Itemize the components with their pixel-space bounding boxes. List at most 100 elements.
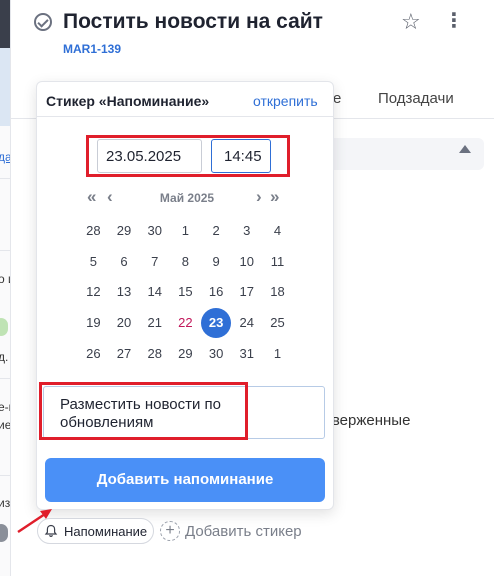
calendar-day-number: 22: [178, 315, 193, 331]
calendar-day[interactable]: 30: [201, 346, 232, 361]
calendar-day[interactable]: 1: [170, 223, 201, 238]
calendar-day[interactable]: 27: [109, 346, 140, 361]
calendar-day[interactable]: 11: [262, 254, 293, 269]
left-sidebar-fragment: да о и д. е-п ие из,: [0, 0, 11, 576]
calendar-day-number: 17: [239, 284, 255, 300]
calendar-day-number: 15: [178, 284, 193, 300]
tab-subtasks[interactable]: Подзадачи: [378, 90, 454, 107]
next-year-icon[interactable]: »: [270, 188, 279, 206]
calendar-day[interactable]: 6: [109, 254, 140, 269]
calendar-day-number: 11: [270, 253, 285, 269]
calendar-day-number: 7: [151, 253, 159, 269]
prev-month-icon[interactable]: ‹: [107, 188, 113, 206]
complete-check-icon[interactable]: [34, 13, 52, 31]
calendar-week-row: 26 27 28 29 30 31 1: [78, 338, 293, 369]
calendar-day-number: 3: [243, 222, 251, 238]
task-header: Постить новости на сайт MAR1-139 ☆ ⋮: [34, 10, 464, 70]
sidebar-fragment-4: е-п: [0, 400, 10, 414]
task-key-link[interactable]: MAR1-139: [63, 42, 121, 56]
calendar-day[interactable]: 14: [139, 284, 170, 299]
reminder-sticker-chip[interactable]: Напоминание: [37, 518, 154, 544]
calendar-day[interactable]: 2: [201, 223, 232, 238]
calendar-day-number: 4: [273, 222, 282, 238]
calendar-day[interactable]: 5: [78, 254, 109, 269]
calendar-day-number: 29: [116, 222, 132, 238]
calendar-day-number: 16: [208, 284, 224, 300]
calendar-day-number: 18: [270, 284, 285, 300]
calendar-day[interactable]: 1: [262, 346, 293, 361]
calendar-day-number: 27: [116, 346, 132, 362]
calendar-day[interactable]: 9: [201, 254, 232, 269]
calendar-day-number: 2: [212, 222, 220, 238]
calendar-day[interactable]: 4: [262, 223, 293, 238]
calendar-day[interactable]: 22: [170, 315, 201, 330]
calendar-day[interactable]: 31: [231, 346, 262, 361]
calendar-day-number: 26: [86, 346, 101, 362]
bell-icon: [44, 524, 58, 538]
calendar-day-number: 28: [86, 222, 101, 238]
calendar-day[interactable]: 29: [109, 223, 140, 238]
calendar-day[interactable]: 16: [201, 284, 232, 299]
collapse-up-icon[interactable]: [459, 145, 471, 153]
reminder-chip-label: Напоминание: [64, 524, 148, 539]
calendar-day[interactable]: 28: [139, 346, 170, 361]
calendar-day[interactable]: 18: [262, 284, 293, 299]
sidebar-fragment-3: д.: [0, 350, 9, 364]
calendar-day-number: 19: [86, 315, 101, 331]
sidebar-fragment-2: о и: [0, 272, 10, 286]
calendar-day[interactable]: 26: [78, 346, 109, 361]
unpin-link[interactable]: открепить: [253, 93, 318, 109]
add-reminder-button[interactable]: Добавить напоминание: [45, 458, 325, 502]
calendar-day-number: 28: [147, 346, 162, 362]
calendar-day-number: 9: [212, 253, 220, 269]
add-sticker-plus-icon[interactable]: +: [160, 521, 180, 541]
calendar-day-number: 20: [116, 315, 132, 331]
calendar-day-number: 31: [239, 346, 255, 362]
tab-partial[interactable]: е: [333, 90, 341, 107]
calendar-day[interactable]: 23: [200, 307, 232, 338]
calendar-day[interactable]: 17: [231, 284, 262, 299]
section-header-bar[interactable]: [334, 138, 484, 170]
calendar-day[interactable]: 20: [109, 315, 140, 330]
calendar-day-number: 6: [120, 253, 128, 269]
add-sticker-link[interactable]: Добавить стикер: [185, 523, 302, 540]
calendar-day[interactable]: 12: [78, 284, 109, 299]
more-menu-icon[interactable]: ⋮: [444, 10, 464, 32]
calendar-day[interactable]: 30: [139, 223, 170, 238]
calendar-day[interactable]: 25: [262, 315, 293, 330]
calendar-day[interactable]: 3: [231, 223, 262, 238]
calendar-day-number: 30: [208, 346, 224, 362]
annotation-highlight-text: [39, 382, 248, 440]
background-text: тверженные: [325, 412, 411, 429]
calendar-day[interactable]: 15: [170, 284, 201, 299]
calendar-day[interactable]: 10: [231, 254, 262, 269]
calendar-day-number: 5: [89, 253, 97, 269]
calendar-day-number: 25: [270, 315, 285, 331]
popup-divider: [37, 116, 333, 117]
task-title: Постить новости на сайт: [63, 10, 323, 33]
calendar-day[interactable]: 19: [78, 315, 109, 330]
calendar-day[interactable]: 28: [78, 223, 109, 238]
calendar-day-number: 14: [147, 284, 162, 300]
calendar-week-row: 12 13 14 15 16 17 18: [78, 277, 293, 308]
calendar-day-number: 12: [86, 284, 101, 300]
prev-year-icon[interactable]: «: [87, 188, 96, 206]
star-icon[interactable]: ☆: [401, 11, 421, 33]
sidebar-fragment-6: из,: [0, 496, 11, 510]
sidebar-fragment-1[interactable]: да: [0, 150, 10, 164]
calendar-day-number: 10: [239, 253, 255, 269]
calendar-day-number: 8: [181, 253, 190, 269]
calendar-day[interactable]: 29: [170, 346, 201, 361]
calendar-day[interactable]: 13: [109, 284, 140, 299]
sidebar-fragment-5: ие: [0, 418, 11, 432]
calendar-day[interactable]: 8: [170, 254, 201, 269]
next-month-icon[interactable]: ›: [256, 188, 262, 206]
calendar-week-row: 19 20 21 22 23 24 25: [78, 307, 293, 338]
calendar-day[interactable]: 21: [139, 315, 170, 330]
reminder-sticker-popup: Стикер «Напоминание» открепить « ‹ Май 2…: [36, 81, 334, 510]
calendar-day[interactable]: 24: [231, 315, 262, 330]
calendar-day[interactable]: 7: [139, 254, 170, 269]
calendar-week-row: 28 29 30 1 2 3 4: [78, 215, 293, 246]
calendar-day-number: 1: [181, 222, 190, 238]
calendar-day-number: 30: [147, 222, 162, 238]
